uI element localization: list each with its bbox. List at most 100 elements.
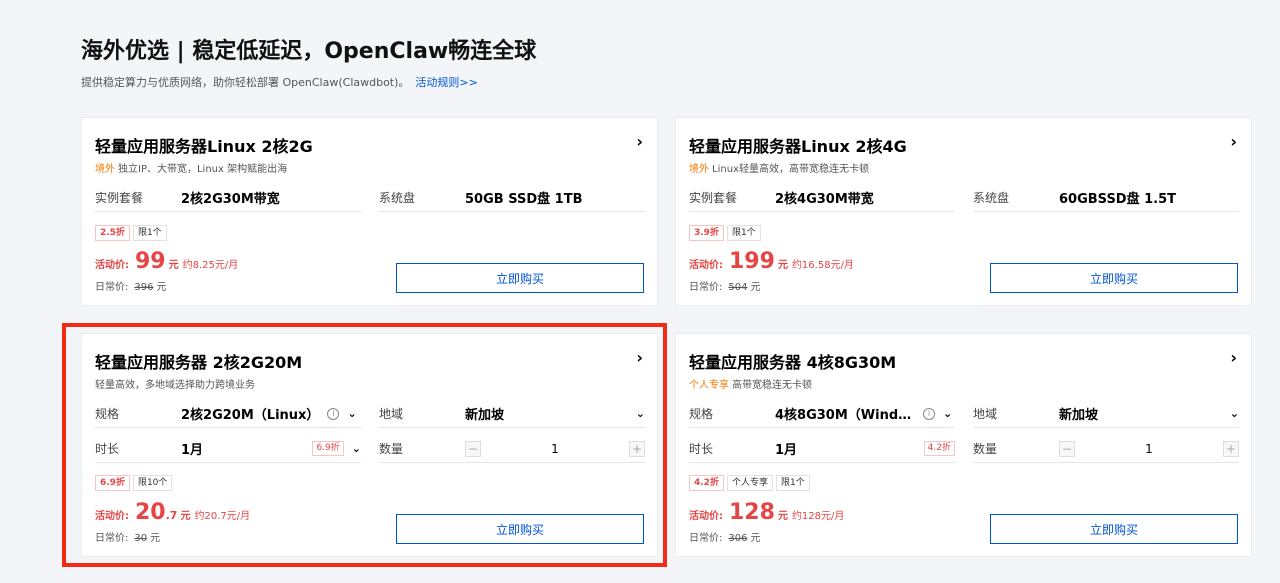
price-line: 活动价: 20 .7 元 约20.7元/月 (95, 502, 250, 524)
discount-badge: 4.2折 (689, 475, 724, 491)
discount-badge: 3.9折 (689, 225, 724, 241)
duration-select[interactable]: 时长 1月 6.9折 ⌄ (95, 435, 361, 463)
duration-discount-badge: 6.9折 (312, 441, 344, 456)
plus-icon[interactable]: + (629, 440, 645, 457)
region-tag: 境外 (95, 164, 115, 175)
spec-value: 2核2G30M带宽 (181, 192, 280, 207)
card-description-text: 高带宽稳连无卡顿 (732, 380, 812, 391)
card-description: 轻量高效，多地域选择助力跨境业务 (95, 376, 255, 391)
price-label: 活动价: (95, 260, 129, 271)
spec-row: 实例套餐 2核2G30M带宽 (95, 184, 361, 212)
discount-badge: 6.9折 (95, 475, 130, 491)
region-label: 地域 (973, 407, 998, 421)
personal-badge: 个人专享 (726, 475, 773, 491)
product-card-linux-2c2g: 轻量应用服务器Linux 2核2G › 境外 独立IP、大带宽，Linux 架构赋… (81, 117, 658, 306)
disk-label: 系统盘 (973, 191, 1010, 205)
buy-button[interactable]: 立即购买 (990, 263, 1238, 293)
card-title[interactable]: 轻量应用服务器Linux 2核2G (95, 133, 313, 157)
disk-row: 系统盘 50GB SSD盘 1TB (379, 184, 645, 212)
duration-value: 1月 (181, 443, 204, 458)
duration-value: 1月 (775, 443, 798, 458)
limit-badge: 限10个 (132, 475, 173, 491)
original-price-value: 396 (134, 282, 154, 293)
spec-label: 规格 (95, 407, 120, 421)
rules-link[interactable]: 活动规则>> (415, 76, 477, 89)
price-label: 活动价: (689, 511, 723, 522)
region-tag: 境外 (689, 164, 709, 175)
spec-label: 实例套餐 (689, 191, 738, 205)
limit-badge: 限1个 (726, 225, 761, 241)
chevron-down-icon[interactable]: ⌄ (636, 407, 645, 420)
region-select[interactable]: 地域 新加坡 ⌄ (973, 400, 1239, 428)
price-value: 20 (135, 500, 166, 525)
badge-group: 3.9折 限1个 (689, 225, 761, 241)
quantity-value[interactable]: 1 (1075, 442, 1223, 456)
chevron-right-icon[interactable]: › (1230, 348, 1237, 368)
discount-badge: 2.5折 (95, 225, 130, 241)
badge-group: 4.2折 个人专享 限1个 (689, 475, 810, 491)
page-subtitle: 提供稳定算力与优质网络，助你轻松部署 OpenClaw(Clawdbot)。 活动… (81, 74, 478, 90)
chevron-down-icon[interactable]: ⌄ (347, 407, 356, 420)
chevron-right-icon[interactable]: › (636, 348, 643, 368)
plus-icon[interactable]: + (1223, 440, 1239, 457)
spec-label: 实例套餐 (95, 191, 144, 205)
price-line: 活动价: 128 元 约128元/月 (689, 502, 844, 524)
original-price-label: 日常价: (95, 282, 129, 293)
minus-icon[interactable]: − (465, 440, 481, 457)
chevron-right-icon[interactable]: › (636, 132, 643, 152)
price-unit: 元 (777, 260, 788, 271)
badge-group: 2.5折 限1个 (95, 225, 167, 241)
original-price-value: 504 (728, 282, 748, 293)
price-value: 99 (135, 249, 166, 274)
duration-select[interactable]: 时长 1月 4.2折 (689, 435, 955, 463)
buy-button[interactable]: 立即购买 (396, 263, 644, 293)
disk-value: 50GB SSD盘 1TB (465, 192, 583, 207)
region-value: 新加坡 (1059, 408, 1099, 423)
region-select[interactable]: 地域 新加坡 ⌄ (379, 400, 645, 428)
card-description: 个人专享 高带宽稳连无卡顿 (689, 376, 812, 391)
original-price-line: 日常价: 30 元 (95, 529, 160, 544)
card-description: 境外 独立IP、大带宽，Linux 架构赋能出海 (95, 160, 287, 175)
info-icon[interactable]: i (327, 407, 340, 420)
price-decimal: .7 (165, 509, 178, 522)
price-value: 199 (729, 249, 775, 274)
duration-label: 时长 (95, 442, 120, 456)
price-label: 活动价: (689, 260, 723, 271)
quantity-value[interactable]: 1 (481, 442, 629, 456)
minus-icon[interactable]: − (1059, 440, 1075, 457)
card-title[interactable]: 轻量应用服务器 4核8G30M (689, 349, 896, 373)
subtitle-text: 提供稳定算力与优质网络，助你轻松部署 OpenClaw(Clawdbot)。 (81, 76, 410, 89)
product-card-linux-2c4g: 轻量应用服务器Linux 2核4G › 境外 Linux轻量高效，高带宽稳连无卡顿… (675, 117, 1252, 306)
duration-discount-badge: 4.2折 (923, 441, 955, 456)
disk-value: 60GBSSD盘 1.5T (1059, 192, 1177, 207)
spec-value: 4核8G30M（Windows） (775, 408, 915, 423)
card-title[interactable]: 轻量应用服务器 2核2G20M (95, 349, 302, 373)
monthly-price: 约20.7元/月 (194, 511, 251, 522)
price-unit: 元 (180, 511, 191, 522)
quantity-stepper: 数量 − 1 + (379, 435, 645, 463)
duration-label: 时长 (689, 442, 714, 456)
chevron-down-icon[interactable]: ⌄ (1230, 407, 1239, 420)
product-card-4c8g30m: 轻量应用服务器 4核8G30M › 个人专享 高带宽稳连无卡顿 规格 4核8G30… (675, 333, 1252, 557)
original-price-unit: 元 (156, 282, 167, 293)
price-line: 活动价: 199 元 约16.58元/月 (689, 251, 854, 273)
quantity-label: 数量 (973, 442, 998, 456)
spec-row: 实例套餐 2核4G30M带宽 (689, 184, 955, 212)
buy-button[interactable]: 立即购买 (396, 514, 644, 544)
spec-select[interactable]: 规格 4核8G30M（Windows） i ⌄ (689, 400, 955, 428)
price-unit: 元 (777, 511, 788, 522)
card-title[interactable]: 轻量应用服务器Linux 2核4G (689, 133, 907, 157)
original-price-line: 日常价: 306 元 (689, 529, 760, 544)
chevron-down-icon[interactable]: ⌄ (943, 407, 952, 420)
price-line: 活动价: 99 元 约8.25元/月 (95, 251, 238, 273)
spec-select[interactable]: 规格 2核2G20M（Linux） i ⌄ (95, 400, 361, 428)
chevron-down-icon[interactable]: ⌄ (352, 442, 361, 455)
badge-group: 6.9折 限10个 (95, 475, 173, 491)
original-price-label: 日常价: (95, 533, 129, 544)
buy-button[interactable]: 立即购买 (990, 514, 1238, 544)
info-icon[interactable]: i (923, 407, 935, 420)
card-description: 境外 Linux轻量高效，高带宽稳连无卡顿 (689, 160, 869, 175)
original-price-unit: 元 (150, 533, 161, 544)
chevron-right-icon[interactable]: › (1230, 132, 1237, 152)
page-title: 海外优选 | 稳定低延迟，OpenClaw畅连全球 (81, 39, 537, 64)
